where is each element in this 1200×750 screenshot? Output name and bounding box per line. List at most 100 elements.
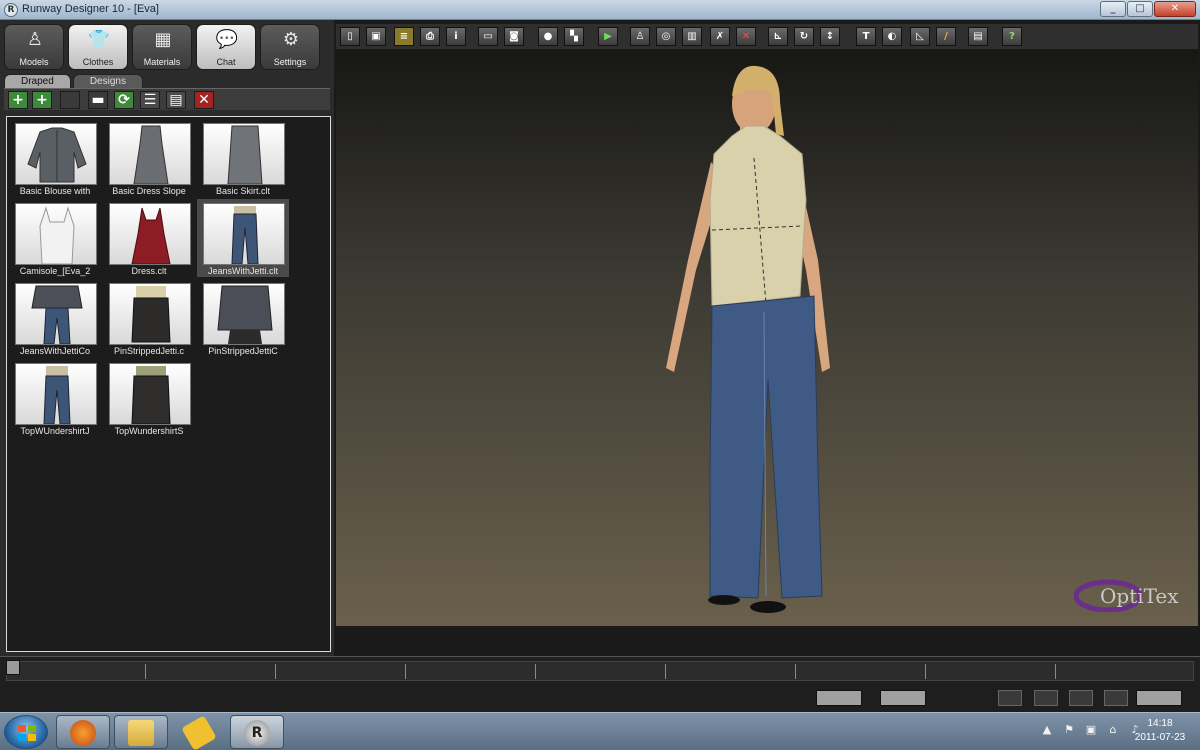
network-icon[interactable]: ⌂	[1106, 723, 1120, 737]
updown-icon[interactable]: ↕	[820, 27, 840, 46]
taskbar-explorer[interactable]	[114, 715, 168, 749]
thumbnail-caption: TopWUndershirtJ	[20, 426, 90, 436]
view-button-4[interactable]	[1104, 690, 1128, 706]
start-button[interactable]	[4, 715, 48, 749]
jeans-image	[231, 206, 259, 264]
help-icon[interactable]: ?	[1002, 27, 1022, 46]
tab-draped[interactable]: Draped	[4, 74, 71, 88]
fabric-icon[interactable]: ◐	[882, 27, 902, 46]
split-icon[interactable]: ▥	[682, 27, 702, 46]
erase-icon[interactable]: ✗	[710, 27, 730, 46]
windows-taskbar: R ▲ ⚑ ▣ ⌂ ♪ 14:18 2011-07-23	[0, 712, 1200, 750]
view-button-2[interactable]	[1034, 690, 1058, 706]
clothes-button[interactable]: 👕 Clothes	[68, 24, 128, 70]
panel-toolbar: + + ▬ ⟳ ☰ ▤ ✕	[4, 88, 330, 110]
thumbnail-image	[203, 123, 285, 185]
color-grid-icon[interactable]: ▤	[166, 91, 186, 109]
delete-garment-icon[interactable]: ✕	[194, 91, 214, 109]
pencil-icon[interactable]: /	[936, 27, 956, 46]
refresh-icon[interactable]: ⟳	[114, 91, 134, 109]
materials-label: Materials	[143, 57, 181, 67]
status-button-2[interactable]	[880, 690, 926, 706]
thumbnail-item[interactable]: Camisole_[Eva_2	[9, 199, 101, 277]
view-button-3[interactable]	[1069, 690, 1093, 706]
text-icon[interactable]: T	[856, 27, 876, 46]
list-view-icon[interactable]: ☰	[140, 91, 160, 109]
thumbnail-item[interactable]: Basic Blouse with	[9, 119, 101, 197]
thumbnail-item[interactable]: PinStrippedJetti.c	[103, 279, 195, 357]
axes-icon[interactable]: ⊾	[768, 27, 788, 46]
thumbnail-caption: PinStrippedJettiC	[208, 346, 278, 356]
timeline-tick	[925, 664, 926, 679]
thumbnail-image	[109, 123, 191, 185]
device-icon[interactable]: ▣	[1084, 723, 1098, 737]
timeline-slider-handle[interactable]	[6, 660, 20, 675]
lightning-icon	[181, 715, 217, 750]
add-small-icon[interactable]: +	[32, 91, 52, 109]
info-icon[interactable]: i	[446, 27, 466, 46]
chat-button[interactable]: 💬 Chat	[196, 24, 256, 70]
tab-designs[interactable]: Designs	[72, 74, 143, 88]
main-toolbar: ▯ ▣ ≡ ⎙ i ▭ ◙ ● ▚ ▶ ♙ ◎ ▥ ✗ ✕ ⊾ ↻ ↕ T ◐ …	[336, 24, 1198, 50]
checker-icon[interactable]: ▚	[564, 27, 584, 46]
export-icon[interactable]: ▤	[968, 27, 988, 46]
3d-viewport[interactable]: OptiTex	[336, 50, 1198, 626]
models-button[interactable]: ♙ Models	[4, 24, 64, 70]
taskbar-clock[interactable]: 14:18 2011-07-23	[1132, 717, 1188, 745]
taskbar-firefox[interactable]	[56, 715, 110, 749]
delete-icon[interactable]: ✕	[736, 27, 756, 46]
thumbnail-caption: Basic Dress Slope	[112, 186, 186, 196]
save-icon[interactable]: ▣	[366, 27, 386, 46]
thumbnail-image	[15, 363, 97, 425]
layers-icon[interactable]: ≡	[394, 27, 414, 46]
windows-flag-icon	[18, 725, 36, 741]
optitex-logo: OptiTex	[1073, 578, 1194, 613]
taskbar-runway-designer[interactable]: R	[230, 715, 284, 749]
status-button-1[interactable]	[816, 690, 862, 706]
flag-icon[interactable]: ⚑	[1062, 723, 1076, 737]
thumbnail-item[interactable]: Dress.clt	[103, 199, 195, 277]
settings-button[interactable]: ⚙ Settings	[260, 24, 320, 70]
model-icon: ♙	[26, 29, 44, 50]
thumbnail-item[interactable]: TopWundershirtS	[103, 359, 195, 437]
timeline-tick	[1055, 664, 1056, 679]
thumbnail-image	[203, 283, 285, 345]
shirt-icon: 👕	[87, 29, 111, 50]
blank-icon[interactable]	[60, 91, 80, 109]
thumbnail-caption: Basic Blouse with	[19, 186, 91, 196]
ruler-icon[interactable]: ◺	[910, 27, 930, 46]
models-label: Models	[19, 57, 49, 67]
avatar-icon[interactable]: ♙	[630, 27, 650, 46]
status-button-3[interactable]	[1136, 690, 1182, 706]
view-button-1[interactable]	[998, 690, 1022, 706]
materials-button[interactable]: ▦ Materials	[132, 24, 192, 70]
thumbnail-item[interactable]: JeansWithJetti.clt	[197, 199, 289, 277]
play-icon[interactable]: ▶	[598, 27, 618, 46]
thumbnail-item[interactable]: Basic Dress Slope	[103, 119, 195, 197]
timeline-track[interactable]	[6, 661, 1194, 681]
thumbnail-caption: TopWundershirtS	[114, 426, 184, 436]
tray-expand-icon[interactable]: ▲	[1040, 723, 1054, 737]
maximize-button[interactable]: □	[1127, 1, 1153, 17]
sphere-icon[interactable]: ●	[538, 27, 558, 46]
minimize-button[interactable]: _	[1100, 1, 1126, 17]
rotate-icon[interactable]: ↻	[794, 27, 814, 46]
thumbnail-item[interactable]: TopWUndershirtJ	[9, 359, 101, 437]
print-icon[interactable]: ⎙	[420, 27, 440, 46]
thumbnail-caption: Camisole_[Eva_2	[19, 266, 91, 276]
flatten-icon[interactable]: ▭	[478, 27, 498, 46]
close-button[interactable]: ✕	[1154, 1, 1196, 17]
save-garment-icon[interactable]: ▬	[88, 91, 108, 109]
thumbnail-item[interactable]: PinStrippedJettiC	[197, 279, 289, 357]
thumbnail-item[interactable]: Basic Skirt.clt	[197, 119, 289, 197]
main-nav: ♙ Models 👕 Clothes ▦ Materials 💬 Chat ⚙ …	[4, 24, 320, 70]
thumbnail-item[interactable]: JeansWithJettiCo	[9, 279, 101, 357]
taskbar-pinned-app[interactable]	[172, 715, 226, 750]
thumbnail-image	[203, 203, 285, 265]
target-icon[interactable]: ◎	[656, 27, 676, 46]
title-bar: R Runway Designer 10 - [Eva] _ □ ✕	[0, 0, 1200, 20]
timeline-tick	[145, 664, 146, 679]
new-icon[interactable]: ▯	[340, 27, 360, 46]
camera-icon[interactable]: ◙	[504, 27, 524, 46]
add-garment-icon[interactable]: +	[8, 91, 28, 109]
